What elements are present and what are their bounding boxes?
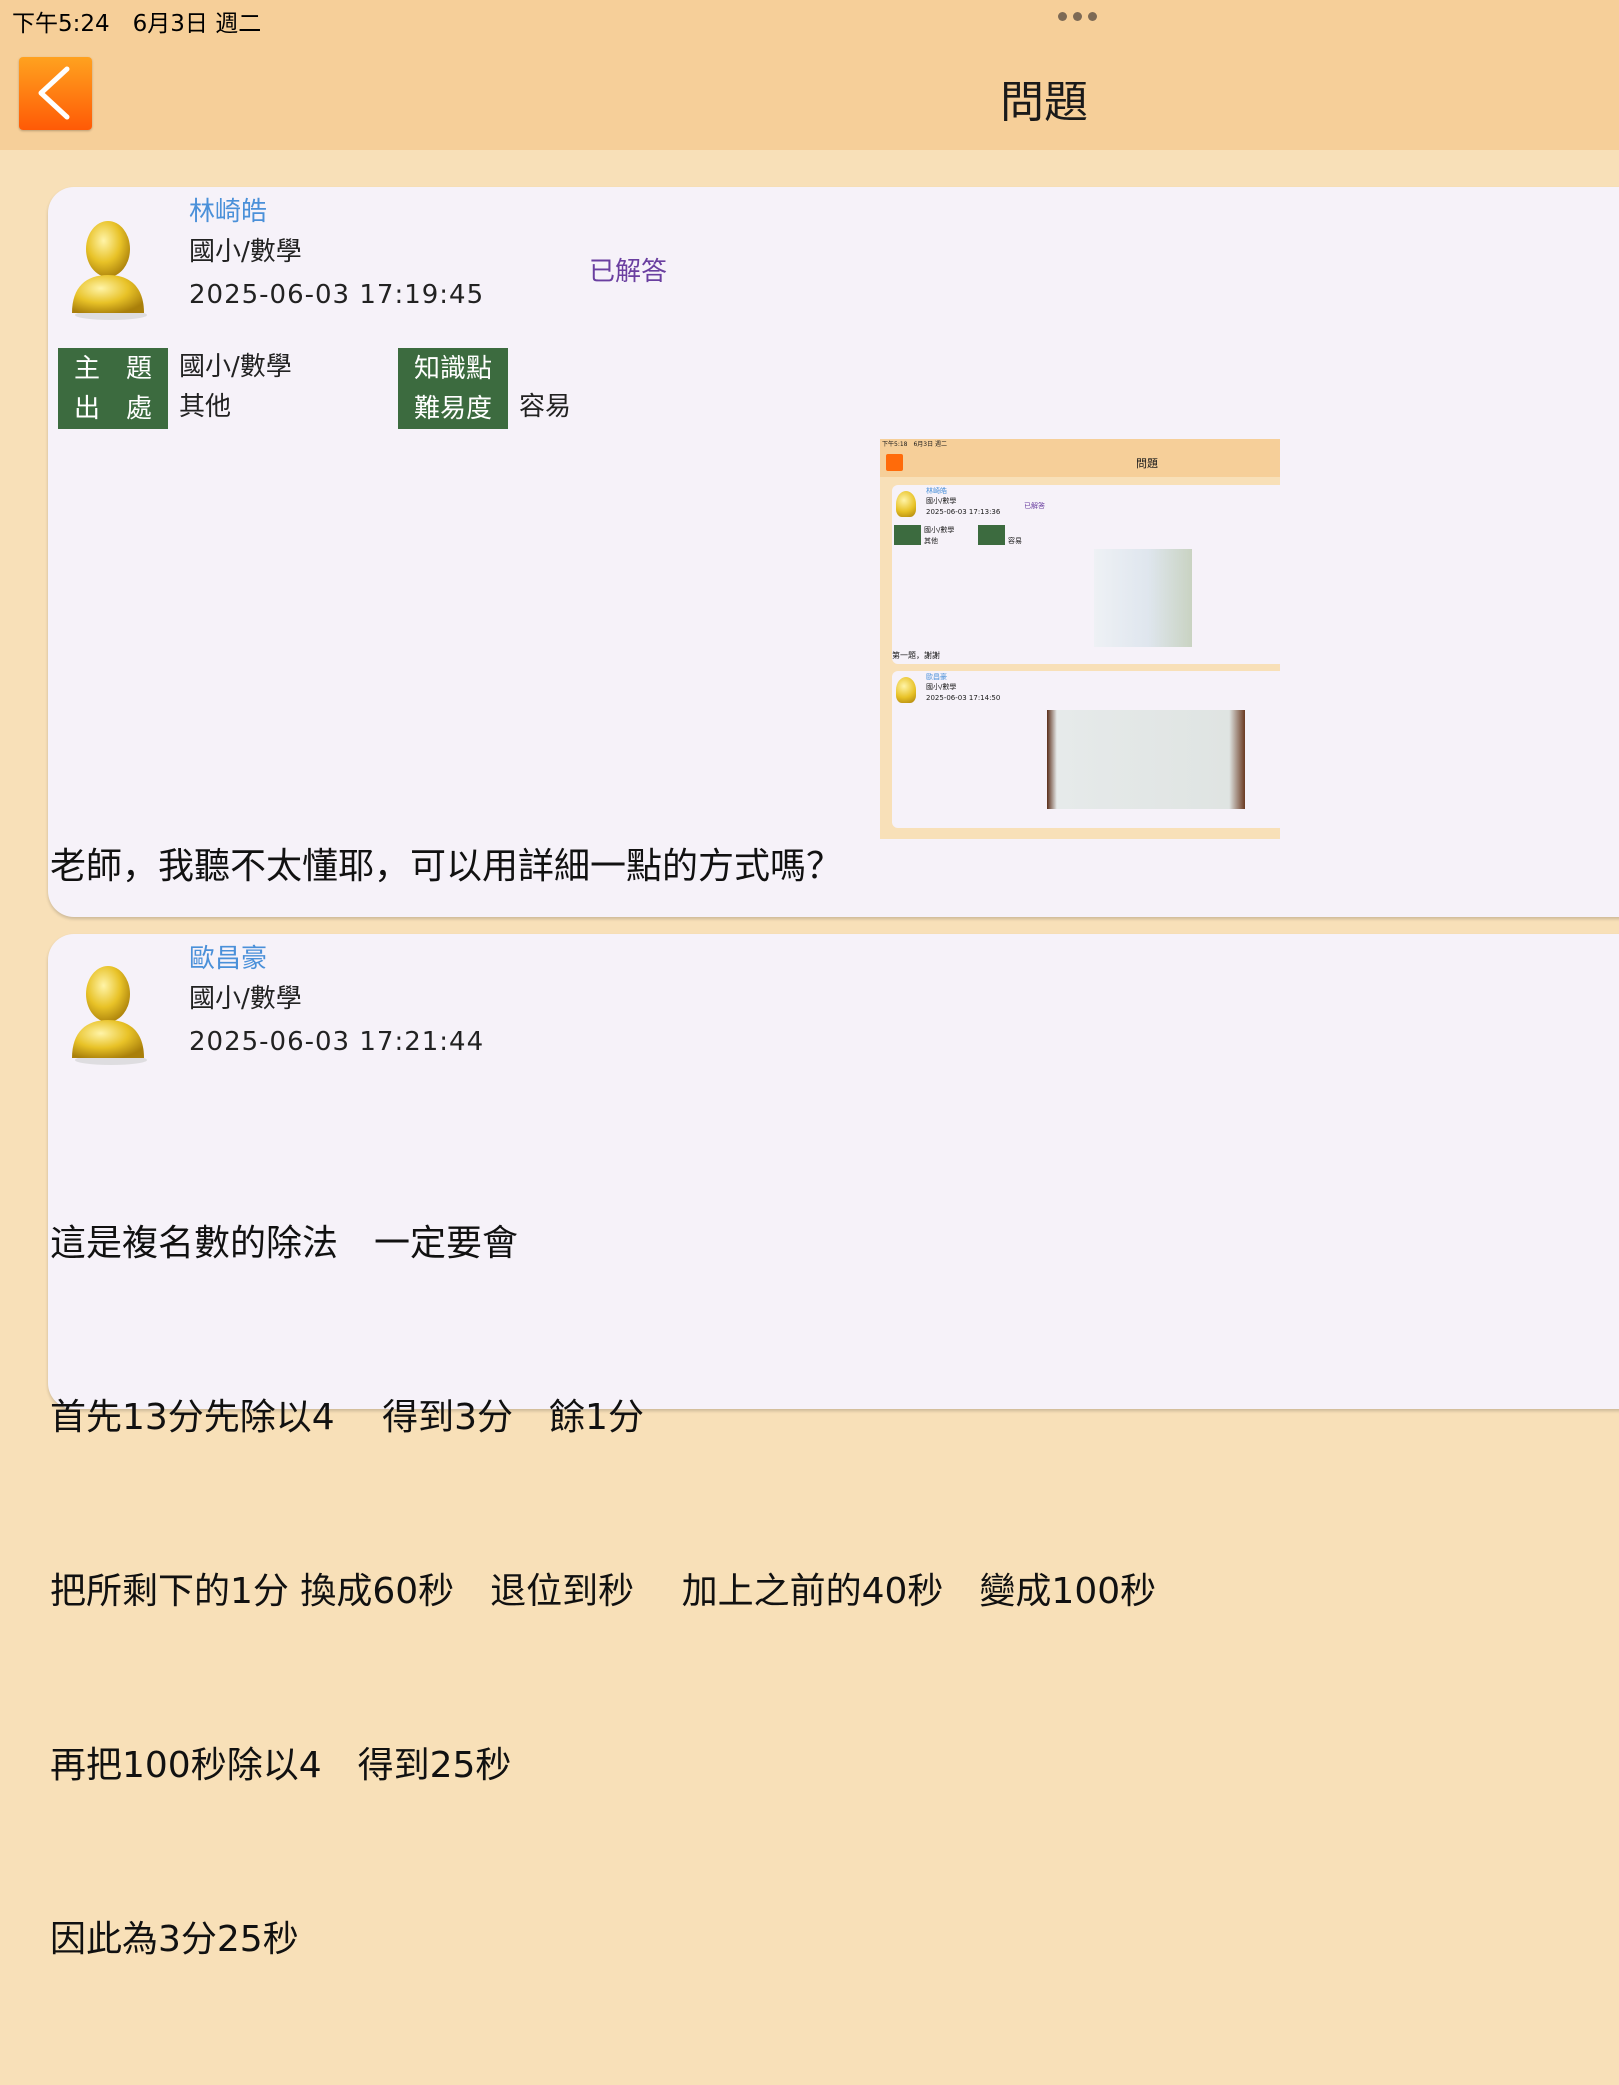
question-author[interactable]: 林崎皓 <box>189 191 267 228</box>
thumb-q-source: 其他 <box>924 537 938 545</box>
attached-image[interactable]: 下午5:18 6月3日 週二 問題 林崎皓 國小/數學 2025-06-03 1… <box>880 439 1280 839</box>
thumb-a-subject: 國小/數學 <box>926 683 957 691</box>
user-avatar-icon <box>72 966 147 1065</box>
thumb-tag-right <box>978 525 1005 545</box>
status-badge: 已解答 <box>589 257 668 287</box>
answer-line: 這是複名數的除法 一定要會 <box>50 1223 519 1264</box>
multitasking-dots-icon[interactable] <box>1058 12 1097 21</box>
answer-datetime: 2025-06-03 17:21:44 <box>189 1027 485 1057</box>
thumb-answer-card: 歐昌豪 國小/數學 2025-06-03 17:14:50 <box>892 671 1280 828</box>
difficulty-value: 容易 <box>519 392 572 422</box>
chevron-left-icon <box>38 66 70 120</box>
tag-knowledge-difficulty-labels: 知識點 難易度 <box>398 348 508 429</box>
thumb-q-topic: 國小/數學 <box>924 526 955 534</box>
back-button[interactable] <box>19 57 92 130</box>
thumb-q-datetime: 2025-06-03 17:13:36 <box>926 508 1001 516</box>
topic-value: 國小/數學 <box>179 352 292 382</box>
thumb-back-icon <box>886 454 903 471</box>
answer-line: 首先13分先除以4 得到3分 餘1分 <box>50 1397 644 1438</box>
answer-card: 歐昌豪 國小/數學 2025-06-03 17:21:44 這是複名數的除法 一… <box>48 934 1619 1960</box>
thumb-q-status: 已解答 <box>1024 502 1045 510</box>
thumb-question-card: 林崎皓 國小/數學 2025-06-03 17:13:36 已解答 國小/數學 … <box>892 485 1280 664</box>
page-title: 問題 <box>1000 77 1088 128</box>
thumb-a-datetime: 2025-06-03 17:14:50 <box>926 694 1001 702</box>
knowledge-label: 知識點 <box>413 353 492 384</box>
question-subject: 國小/數學 <box>189 237 302 267</box>
question-datetime: 2025-06-03 17:19:45 <box>189 280 485 310</box>
topic-label: 主 題 <box>73 353 152 384</box>
status-time: 下午5:24 6月3日 週二 <box>12 11 262 37</box>
tag-topic-source-labels: 主 題 出 處 <box>58 348 168 429</box>
source-label: 出 處 <box>73 393 152 424</box>
thumb-status-time: 下午5:18 6月3日 週二 <box>882 441 948 448</box>
thumb-title: 問題 <box>1136 457 1158 470</box>
answer-line: 因此為3分25秒 <box>50 1919 299 1960</box>
thumb-q-author: 林崎皓 <box>926 487 947 495</box>
thumb-avatar-icon <box>896 491 916 517</box>
answer-subject: 國小/數學 <box>189 984 302 1014</box>
thumb-a-author: 歐昌豪 <box>926 673 947 681</box>
difficulty-label: 難易度 <box>413 393 492 424</box>
answer-body: 這是複名數的除法 一定要會 首先13分先除以4 得到3分 餘1分 把所剩下的1分… <box>50 1099 1156 2085</box>
thumb-q-body: 第一題，謝謝 <box>892 651 940 660</box>
thumb-q-difficulty: 容易 <box>1008 537 1022 545</box>
user-avatar-icon <box>72 221 147 320</box>
source-value: 其他 <box>179 392 232 422</box>
thumb-q-subject: 國小/數學 <box>926 497 957 505</box>
thumb-handwriting-image <box>1047 710 1245 809</box>
question-body: 老師，我聽不太懂耶，可以用詳細一點的方式嗎？ <box>50 846 843 887</box>
top-bar: 下午5:24 6月3日 週二 問題 <box>0 0 1619 150</box>
thumb-textbook-image <box>1094 549 1192 647</box>
answer-line: 把所剩下的1分 換成60秒 退位到秒 加上之前的40秒 變成100秒 <box>50 1571 1157 1612</box>
answer-author[interactable]: 歐昌豪 <box>189 938 267 975</box>
answer-line: 再把100秒除以4 得到25秒 <box>50 1745 512 1786</box>
question-card: 林崎皓 國小/數學 2025-06-03 17:19:45 已解答 主 題 出 … <box>48 187 1619 917</box>
thumb-tag-left <box>894 525 921 545</box>
thumb-avatar-icon-2 <box>896 677 916 703</box>
